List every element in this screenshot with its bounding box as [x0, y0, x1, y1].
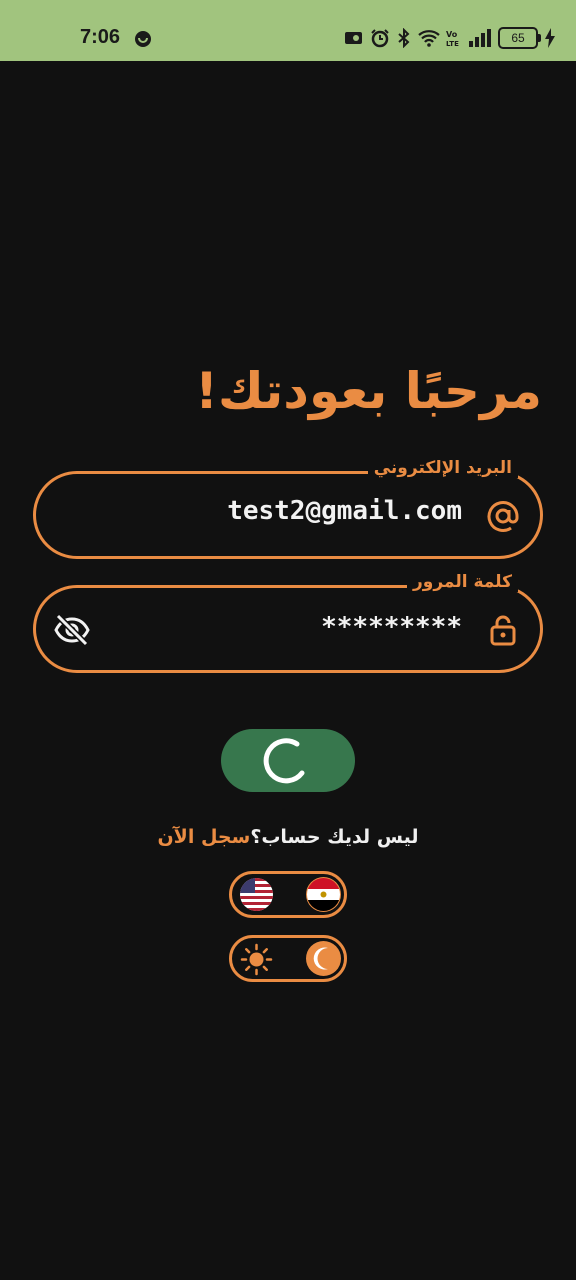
language-toggle-knob [306, 877, 341, 912]
media-icon [345, 32, 362, 44]
login-button[interactable] [221, 729, 355, 792]
language-toggle[interactable] [229, 871, 347, 918]
egypt-flag-icon [307, 878, 340, 911]
volte-icon: VoLTE [446, 30, 459, 48]
email-field[interactable]: البريد الإلكتروني test2@gmail.com [33, 458, 543, 559]
page-title: مرحبًا بعودتك! [195, 362, 542, 420]
password-label: كلمة المرور [407, 572, 518, 592]
loading-spinner-icon [263, 738, 305, 784]
svg-text:LTE: LTE [446, 40, 459, 48]
visibility-off-icon[interactable] [53, 613, 91, 647]
status-time: 7:06 [80, 26, 121, 48]
signup-link[interactable]: سجل الآن [157, 826, 250, 848]
password-input[interactable]: ********* [321, 612, 462, 642]
email-input[interactable]: test2@gmail.com [227, 496, 462, 526]
moon-icon [313, 947, 328, 970]
us-flag-icon [240, 878, 273, 911]
battery-icon: 65 [498, 27, 541, 49]
wifi-icon [418, 30, 440, 47]
at-sign-icon [487, 501, 519, 532]
theme-toggle-knob [306, 941, 341, 976]
email-label: البريد الإلكتروني [367, 458, 518, 478]
theme-toggle[interactable] [229, 935, 347, 982]
svg-text:Vo: Vo [446, 30, 458, 39]
alarm-icon [371, 29, 389, 48]
no-account-text: ليس لديك حساب؟ [250, 826, 419, 848]
bluetooth-icon [398, 28, 410, 48]
status-icons: Vo LTE 65 [344, 26, 556, 50]
charging-icon [545, 28, 555, 48]
password-field[interactable]: كلمة المرور ********* [33, 572, 543, 673]
sun-icon [240, 943, 273, 976]
signal-icon [469, 29, 491, 47]
notification-icon [135, 31, 151, 47]
lock-icon [490, 615, 516, 646]
status-bar: 7:06 Vo LTE 65 [0, 0, 576, 61]
signup-row: ليس لديك حساب؟سجل الآن [0, 826, 576, 848]
